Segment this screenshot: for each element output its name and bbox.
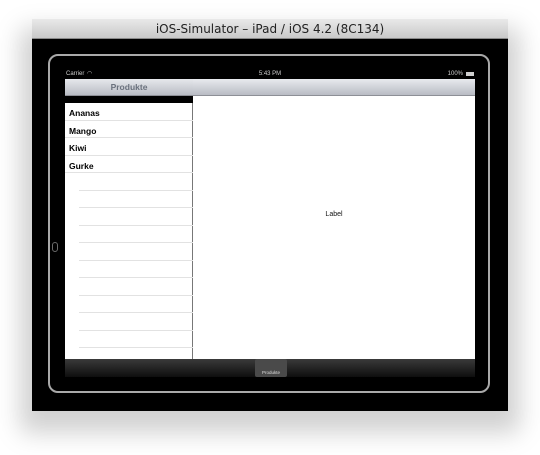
empty-list-row (79, 191, 193, 208)
list-item-label: Gurke (69, 160, 94, 171)
detail-navbar (193, 79, 475, 96)
list-item-mango[interactable]: Mango (65, 121, 193, 138)
master-nav-title: Produkte (65, 79, 193, 96)
tab-produkte[interactable]: Produkte (255, 359, 287, 377)
empty-list-row (79, 313, 193, 331)
list-item-label: Mango (69, 125, 97, 136)
list-item-gurke[interactable]: Gurke (65, 156, 193, 173)
list-item-label: Ananas (69, 108, 100, 118)
tab-bar: Produkte (65, 359, 475, 377)
empty-list-row (79, 296, 193, 313)
empty-list-row (79, 278, 193, 296)
empty-list-row (79, 226, 193, 243)
product-list: Ananas Mango Kiwi Gurke (65, 103, 193, 366)
status-time: 5:43 PM (258, 71, 282, 77)
empty-list-row (79, 173, 193, 191)
status-bar: Carrier ◠ 5:43 PM 100% (65, 70, 475, 79)
empty-list-row (79, 261, 193, 278)
window-title: iOS-Simulator – iPad / iOS 4.2 (8C134) (32, 19, 508, 39)
empty-list-row (79, 243, 193, 261)
list-item-label: Kiwi (69, 143, 87, 153)
master-pane: Produkte Ananas Mango Kiwi Gurke (65, 79, 193, 366)
master-header-band (65, 96, 193, 103)
detail-label: Label (325, 211, 343, 218)
battery-percent: 100% (447, 71, 463, 77)
ipad-screen: Carrier ◠ 5:43 PM 100% Produkte Ananas M… (65, 70, 475, 377)
tab-label: Produkte (261, 370, 280, 375)
detail-pane: Label (193, 79, 475, 359)
home-button-icon[interactable] (52, 242, 58, 252)
empty-list-row (79, 208, 193, 226)
list-item-ananas[interactable]: Ananas (65, 103, 193, 121)
list-item-kiwi[interactable]: Kiwi (65, 138, 193, 156)
battery-icon (466, 72, 474, 76)
empty-list-row (79, 331, 193, 348)
